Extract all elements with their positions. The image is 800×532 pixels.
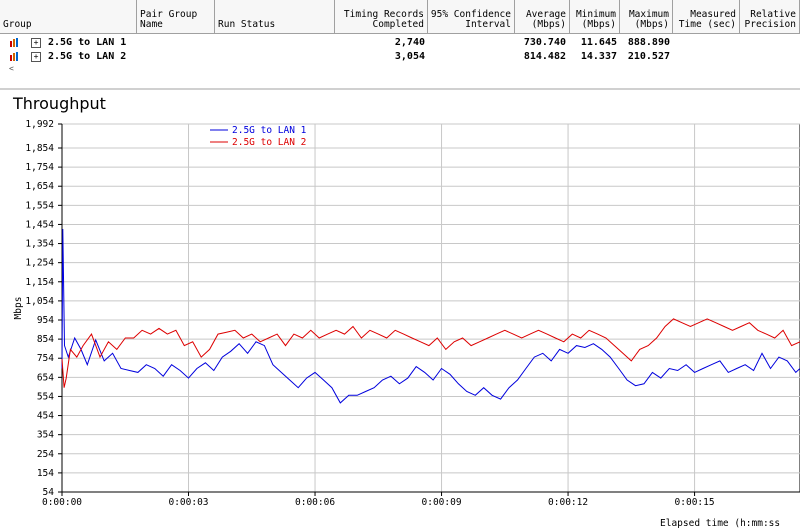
y-tick-label: 1,354 [25,239,54,250]
column-header-label: Maximum (Mbps) [628,9,669,30]
column-header-label: Average (Mbps) [525,9,566,30]
pane-splitter[interactable] [0,88,800,90]
legend-label: 2.5G to LAN 2 [232,137,306,148]
column-header-4[interactable]: 95% Confidence Interval [428,0,515,34]
x-axis-label: Elapsed time (h:mm:ss [660,518,780,529]
column-header-6[interactable]: Minimum (Mbps) [570,0,620,34]
column-header-5[interactable]: Average (Mbps) [515,0,570,34]
y-tick-label: 1,854 [25,143,54,154]
pair-chart-icon [10,52,19,61]
pair-chart-icon [10,38,19,47]
y-tick-label: 1,154 [25,277,54,288]
y-tick-label: 1,992 [25,119,54,130]
y-tick-label: 654 [37,372,54,383]
column-header-2[interactable]: Run Status [215,0,335,34]
column-header-0[interactable]: Group [0,0,137,34]
plot-area [61,123,800,493]
throughput-chart: 1,992 1,854 1,754 1,654 1,554 1,454 1,354 1,254… [13,119,800,529]
column-header-label: Relative Precision [744,9,796,30]
cell-name: 2.5G to LAN 1 [48,37,127,48]
y-tick-label: 554 [37,391,54,402]
cell-maximum: 210.527 [627,51,670,62]
column-header-8[interactable]: Measured Time (sec) [673,0,740,34]
expand-icon[interactable]: + [31,52,41,62]
column-header-label: Pair Group Name [140,9,198,30]
x-tick-label: 0:00:00 [42,497,82,508]
column-header-label: Group [3,19,32,30]
y-tick-label: 1,754 [25,162,54,173]
y-tick-label: 254 [37,449,54,460]
column-header-7[interactable]: Maximum (Mbps) [620,0,673,34]
column-header-label: 95% Confidence Interval [430,9,511,30]
x-tick-label: 0:00:09 [422,497,462,508]
cell-average: 730.740 [523,37,566,48]
cell-average: 814.482 [523,51,566,62]
x-tick-label: 0:00:12 [548,497,588,508]
y-tick-label: 854 [37,334,54,345]
cell-records: 3,054 [394,51,425,62]
y-tick-label: 1,054 [25,296,54,307]
horizontal-scroll-left-icon[interactable]: < [9,64,14,73]
column-header-label: Minimum (Mbps) [575,9,616,30]
results-table: Group Pair Group Name Run Status Timing Rec… [0,0,800,73]
table-row[interactable]: +2.5G to LAN 2 3,054 814.482 14.337 210.527 [0,50,800,64]
cell-name: 2.5G to LAN 2 [48,51,127,62]
column-header-label: Measured Time (sec) [678,9,736,30]
table-row[interactable]: +2.5G to LAN 1 2,740 730.740 11.645 888.890 [0,36,800,50]
y-tick-label: 1,454 [25,219,54,230]
column-header-9[interactable]: Relative Precision [740,0,800,34]
y-tick-label: 154 [37,468,54,479]
y-tick-label: 1,254 [25,258,54,269]
y-tick-label: 1,554 [25,200,54,211]
y-axis-label: Mbps [13,297,24,320]
column-header-label: Run Status [218,19,276,30]
cell-maximum: 888.890 [627,37,670,48]
y-tick-label: 754 [37,353,54,364]
cell-minimum: 11.645 [580,37,617,48]
x-tick-label: 0:00:06 [295,497,335,508]
column-header-1[interactable]: Pair Group Name [137,0,215,34]
x-tick-label: 0:00:15 [675,497,715,508]
cell-records: 2,740 [394,37,425,48]
y-tick-label: 954 [37,315,54,326]
y-tick-label: 354 [37,430,54,441]
cell-minimum: 14.337 [580,51,617,62]
column-header-3[interactable]: Timing Records Completed [335,0,428,34]
x-tick-label: 0:00:03 [168,497,208,508]
y-tick-label: 454 [37,411,54,422]
legend-label: 2.5G to LAN 1 [232,125,307,136]
expand-icon[interactable]: + [31,38,41,48]
y-tick-label: 1,654 [25,181,54,192]
column-header-label: Timing Records Completed [343,9,424,30]
